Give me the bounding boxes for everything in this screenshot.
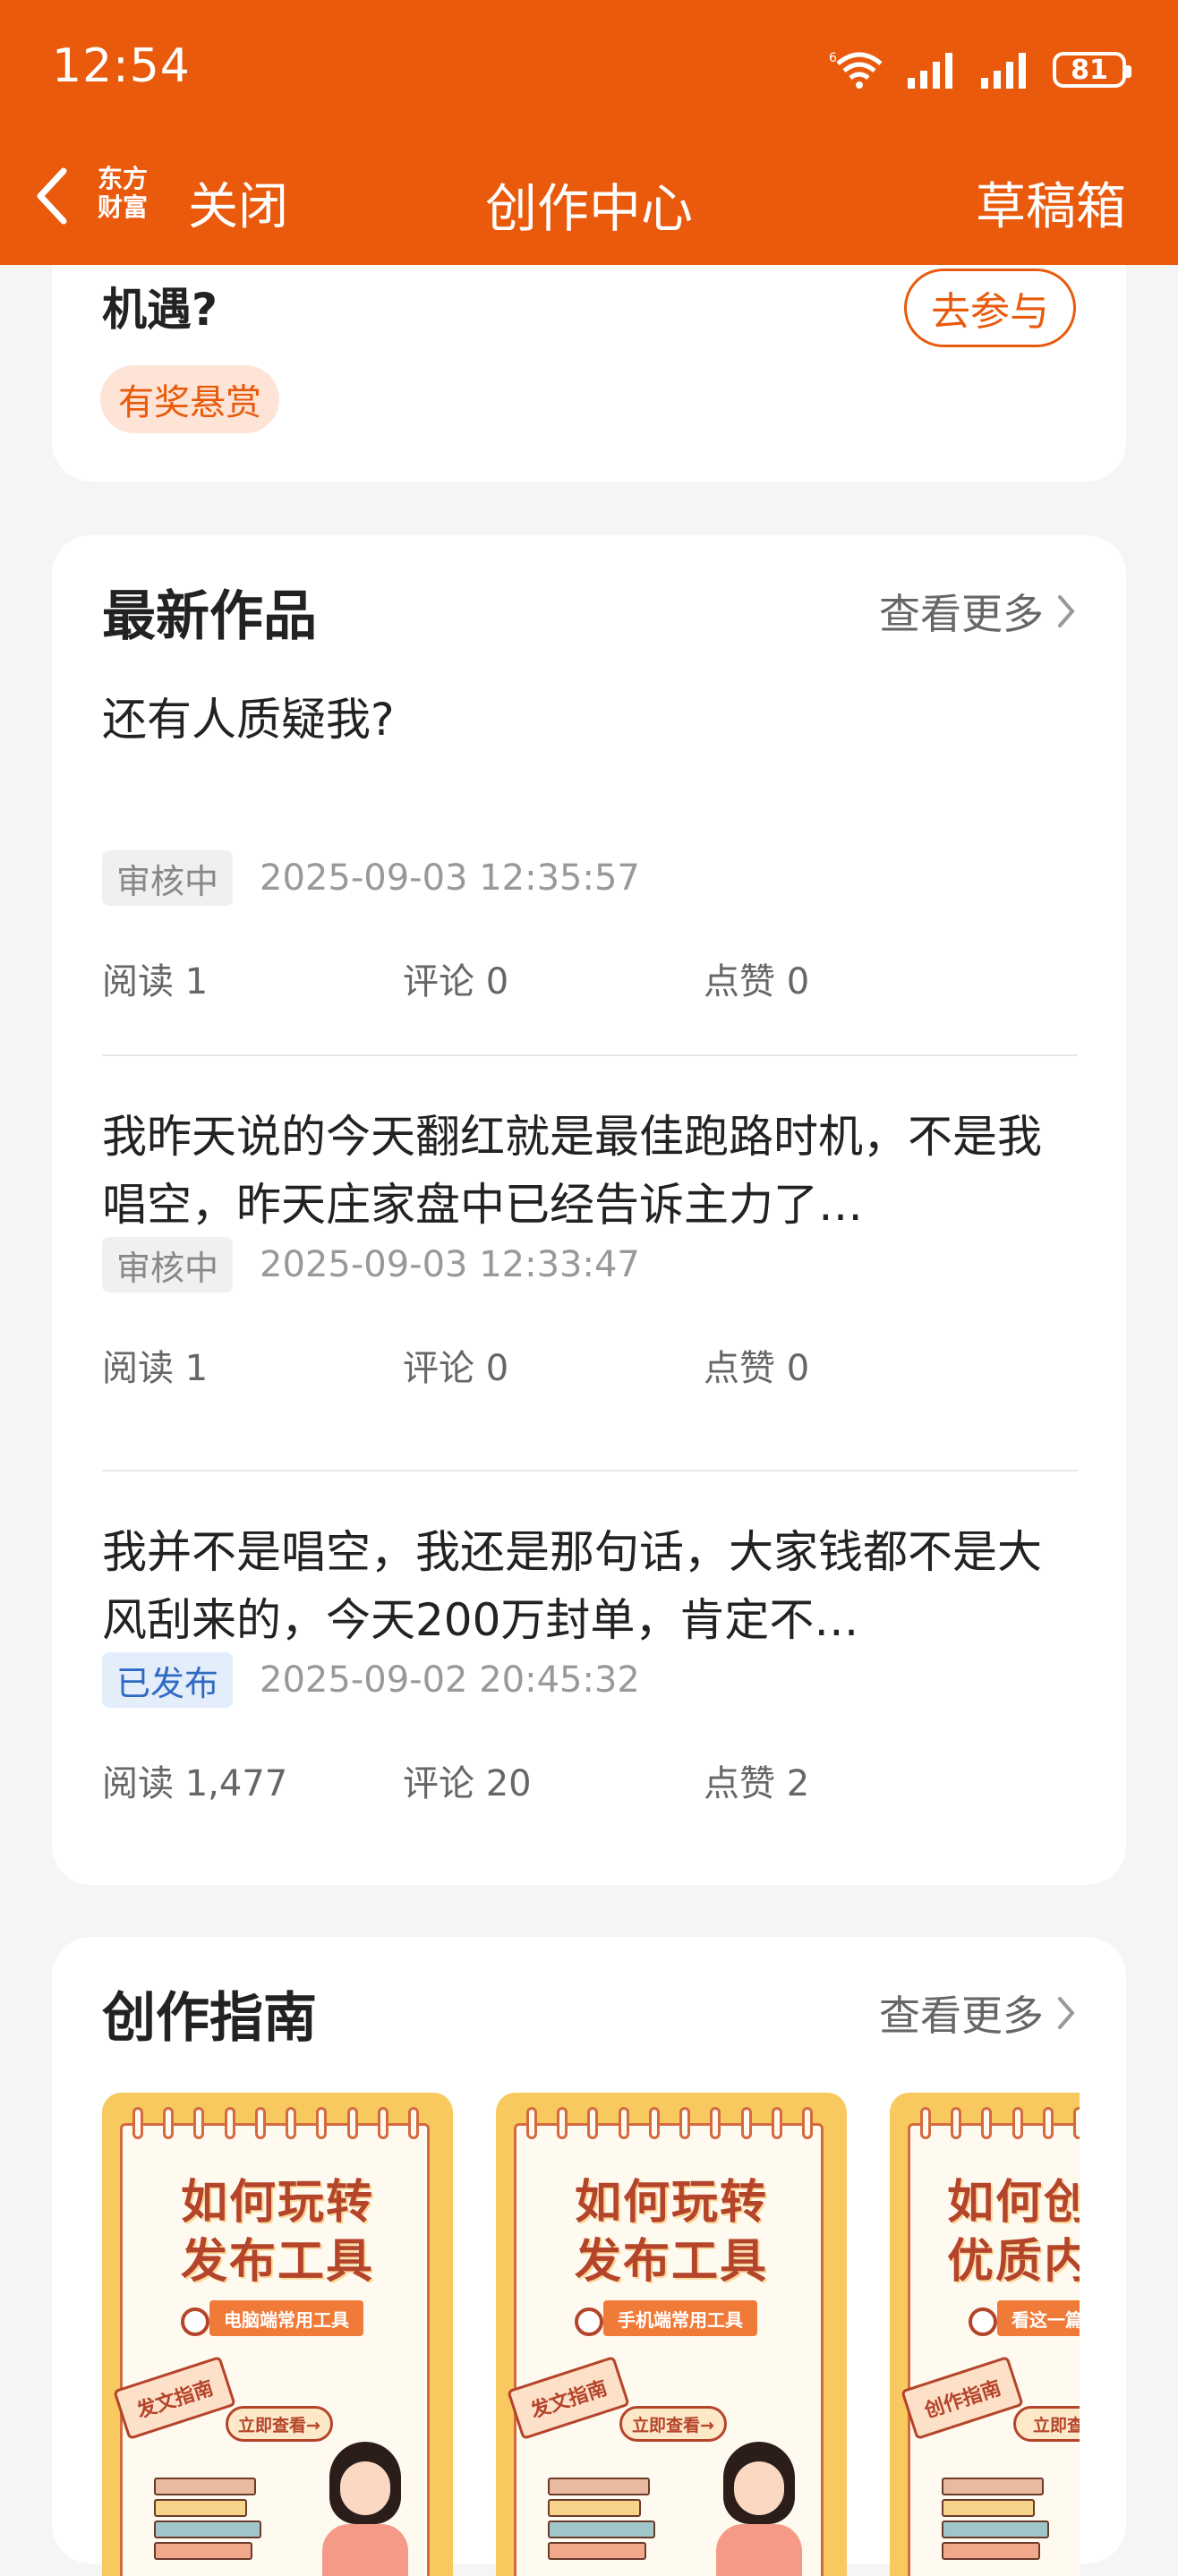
books-illustration bbox=[154, 2478, 261, 2563]
guide-subtitle: 看这一篇 bbox=[997, 2300, 1080, 2336]
guide-title-line2: 发布工具 bbox=[180, 2234, 374, 2289]
post-item[interactable]: 我并不是唱空，我还是那句话，大家钱都不是大风刮来的，今天200万封单，肯定不… … bbox=[102, 1518, 1078, 1828]
guide-title-line1: 如何玩转 bbox=[180, 2175, 374, 2230]
more-label: 查看更多 bbox=[879, 1992, 1044, 2040]
section-title-latest: 最新作品 bbox=[102, 585, 317, 648]
guide-title-line2: 发布工具 bbox=[574, 2234, 768, 2289]
post-item[interactable]: 我昨天说的今天翻红就是最佳跑路时机，不是我唱空，昨天庄家盘中已经告诉主力了… 审… bbox=[102, 1103, 1078, 1412]
post-time: 2025-09-02 20:45:32 bbox=[260, 1659, 640, 1701]
post-time: 2025-09-03 12:33:47 bbox=[260, 1244, 640, 1285]
signal-icon bbox=[908, 53, 952, 89]
magnifier-icon bbox=[575, 2307, 603, 2336]
chevron-left-icon bbox=[37, 167, 67, 225]
back-button[interactable] bbox=[20, 158, 82, 235]
post-title: 还有人质疑我? bbox=[102, 694, 395, 746]
guide-title-line2: 优质内 bbox=[947, 2234, 1080, 2289]
top-bar: 12:54 6 81 东方 财富 关闭 创作中心 草稿箱 bbox=[0, 0, 1178, 265]
divider bbox=[102, 1470, 1078, 1471]
guide-carousel[interactable]: 如何玩转 发布工具 电脑端常用工具 发文指南 立即查看→ 如何玩转 发布工具 手… bbox=[102, 2093, 1080, 2576]
signal-icon-2 bbox=[981, 53, 1026, 89]
status-icons: 6 81 bbox=[829, 45, 1131, 95]
notebook-rings bbox=[920, 2107, 1080, 2139]
guide-thumbnail[interactable]: 如何玩转 发布工具 电脑端常用工具 发文指南 立即查看→ bbox=[102, 2093, 453, 2576]
post-title: 我昨天说的今天翻红就是最佳跑路时机，不是我唱空，昨天庄家盘中已经告诉主力了… bbox=[102, 1111, 1042, 1231]
topic-title[interactable]: 机遇? bbox=[102, 274, 218, 338]
logo-text-top: 东方 bbox=[97, 164, 148, 193]
post-meta: 审核中 2025-09-03 12:35:57 bbox=[102, 850, 640, 906]
status-badge: 审核中 bbox=[102, 1237, 234, 1292]
magnifier-icon bbox=[969, 2307, 997, 2336]
like-count: 点赞 0 bbox=[704, 1348, 810, 1389]
girl-illustration bbox=[700, 2442, 816, 2576]
divider bbox=[102, 1054, 1078, 1056]
post-stats: 阅读 1,477 评论 20 点赞 2 bbox=[102, 1754, 1078, 1808]
latest-works-card: 最新作品 查看更多 还有人质疑我? 审核中 2025-09-03 12:35:5… bbox=[52, 535, 1126, 1885]
post-stats: 阅读 1 评论 0 点赞 0 bbox=[102, 1339, 1078, 1393]
post-stats: 阅读 1 评论 0 点赞 0 bbox=[102, 952, 1078, 1006]
guide-thumbnail[interactable]: 如何玩转 发布工具 手机端常用工具 发文指南 立即查看→ bbox=[496, 2093, 847, 2576]
notebook-rings bbox=[526, 2107, 813, 2139]
girl-illustration bbox=[306, 2442, 423, 2576]
magnifier-icon bbox=[181, 2307, 209, 2336]
comment-count: 评论 0 bbox=[403, 1348, 509, 1389]
post-title: 我并不是唱空，我还是那句话，大家钱都不是大风刮来的，今天200万封单，肯定不… bbox=[102, 1526, 1042, 1646]
post-meta: 已发布 2025-09-02 20:45:32 bbox=[102, 1652, 640, 1708]
read-count: 阅读 1 bbox=[102, 1348, 209, 1389]
post-time: 2025-09-03 12:35:57 bbox=[260, 857, 640, 899]
chevron-right-icon bbox=[1058, 595, 1075, 627]
comment-count: 评论 0 bbox=[403, 961, 509, 1002]
status-badge: 审核中 bbox=[102, 850, 234, 906]
comment-count: 评论 20 bbox=[403, 1763, 532, 1804]
guide-title-line1: 如何创 bbox=[947, 2175, 1080, 2230]
latest-more-link[interactable]: 查看更多 bbox=[879, 582, 1076, 641]
post-item[interactable]: 还有人质疑我? 审核中 2025-09-03 12:35:57 阅读 1 评论 … bbox=[102, 686, 1078, 1002]
guide-thumbnail[interactable]: 如何创 优质内 看这一篇 创作指南 立即查看 bbox=[890, 2093, 1080, 2576]
topic-card: 机遇? 去参与 有奖悬赏 bbox=[52, 265, 1126, 482]
battery-icon: 81 bbox=[1053, 52, 1131, 88]
close-button[interactable]: 关闭 bbox=[188, 166, 288, 239]
wifi-icon: 6 bbox=[829, 51, 883, 89]
app-logo: 东方 财富 bbox=[95, 163, 150, 224]
section-title-guide: 创作指南 bbox=[102, 1987, 317, 2050]
more-label: 查看更多 bbox=[879, 590, 1044, 638]
reward-badge: 有奖悬赏 bbox=[100, 365, 279, 433]
logo-text-bottom: 财富 bbox=[97, 192, 148, 222]
guide-view-button: 立即查看→ bbox=[619, 2406, 727, 2442]
chevron-right-icon bbox=[1058, 1997, 1075, 2029]
drafts-button[interactable]: 草稿箱 bbox=[976, 166, 1126, 239]
status-badge: 已发布 bbox=[102, 1652, 234, 1708]
books-illustration bbox=[548, 2478, 655, 2563]
guide-view-button: 立即查看 bbox=[1013, 2406, 1080, 2442]
svg-text:6: 6 bbox=[829, 51, 837, 65]
status-time: 12:54 bbox=[52, 39, 191, 93]
guide-more-link[interactable]: 查看更多 bbox=[879, 1983, 1076, 2043]
read-count: 阅读 1 bbox=[102, 961, 209, 1002]
creation-guide-card: 创作指南 查看更多 如何玩转 发布工具 电脑端常用工具 发文指南 立即查看→ 如… bbox=[52, 1937, 1126, 2576]
like-count: 点赞 0 bbox=[704, 961, 810, 1002]
guide-subtitle: 电脑端常用工具 bbox=[209, 2300, 363, 2336]
read-count: 阅读 1,477 bbox=[102, 1763, 288, 1804]
post-meta: 审核中 2025-09-03 12:33:47 bbox=[102, 1237, 640, 1292]
guide-subtitle: 手机端常用工具 bbox=[603, 2300, 757, 2336]
guide-view-button: 立即查看→ bbox=[226, 2406, 333, 2442]
join-button[interactable]: 去参与 bbox=[904, 269, 1076, 347]
like-count: 点赞 2 bbox=[704, 1763, 810, 1804]
notebook-rings bbox=[132, 2107, 419, 2139]
guide-title-line1: 如何玩转 bbox=[574, 2175, 768, 2230]
books-illustration bbox=[942, 2478, 1049, 2563]
